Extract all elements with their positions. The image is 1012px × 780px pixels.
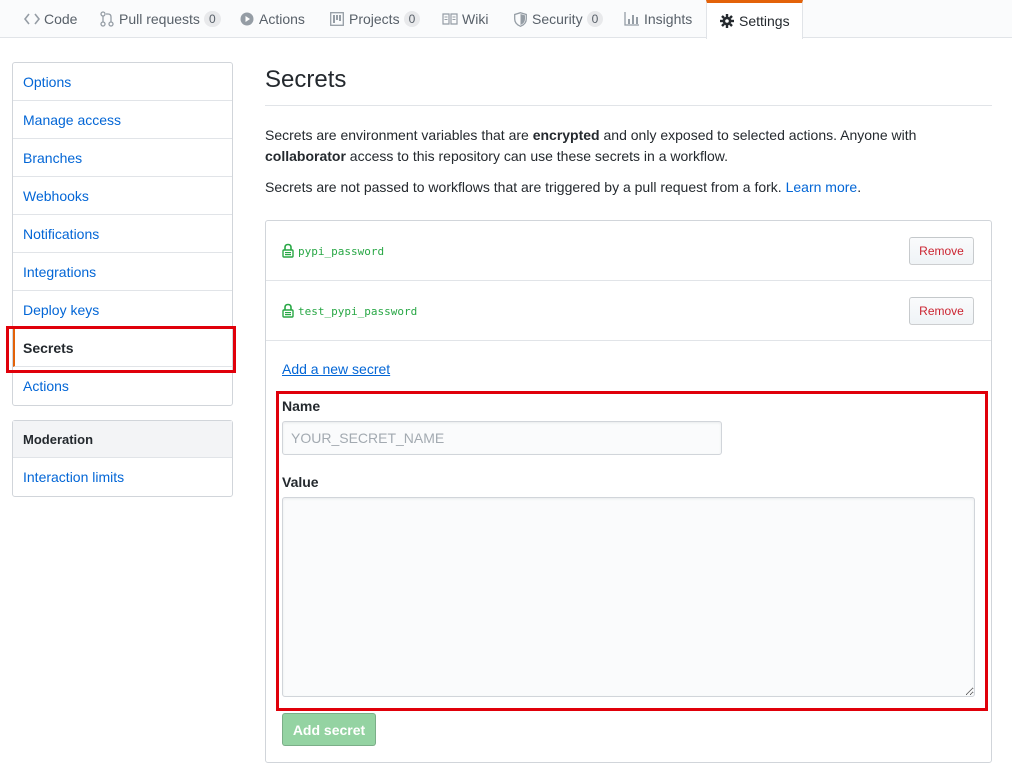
code-icon	[24, 11, 40, 27]
value-label: Value	[282, 474, 319, 490]
sidebar-item-notifications[interactable]: Notifications	[13, 215, 232, 253]
tab-wiki[interactable]: Wiki	[442, 0, 488, 38]
graph-icon	[624, 11, 640, 27]
tab-label: Actions	[259, 11, 305, 27]
intro-emphasis-collaborator: collaborator	[265, 148, 346, 164]
tab-label: Code	[44, 11, 78, 27]
tab-projects[interactable]: Projects 0	[329, 0, 421, 38]
tab-insights[interactable]: Insights	[624, 0, 692, 38]
sidebar-item-options[interactable]: Options	[13, 63, 232, 101]
secret-name-text: pypi_password	[298, 244, 385, 258]
tab-label: Settings	[739, 13, 790, 29]
tab-settings[interactable]: Settings	[706, 0, 803, 39]
secret-name-input[interactable]	[282, 421, 722, 455]
intro-paragraph: Secrets are environment variables that a…	[265, 125, 992, 167]
secret-row: pypi_password Remove	[266, 221, 991, 281]
secret-value-textarea[interactable]	[282, 497, 975, 697]
tab-counter: 0	[203, 11, 221, 27]
lock-icon	[282, 243, 296, 259]
tab-code[interactable]: Code	[24, 0, 77, 38]
moderation-sidebar-menu: Moderation Interaction limits	[12, 420, 233, 497]
name-label: Name	[282, 398, 321, 414]
learn-more-link[interactable]: Learn more	[786, 179, 858, 195]
project-icon	[329, 11, 345, 27]
sidebar-item-interaction-limits[interactable]: Interaction limits	[13, 458, 232, 496]
secret-name: pypi_password	[282, 243, 384, 259]
remove-secret-button[interactable]: Remove	[909, 237, 974, 265]
secret-row: test_pypi_password Remove	[266, 281, 991, 341]
tab-pull-requests[interactable]: Pull requests 0	[99, 0, 221, 38]
sidebar-item-integrations[interactable]: Integrations	[13, 253, 232, 291]
intro-emphasis-encrypted: encrypted	[532, 127, 600, 143]
play-icon	[239, 11, 255, 27]
tab-label: Pull requests	[119, 11, 200, 27]
intro-text: access to this repository can use these …	[345, 148, 728, 164]
tab-label: Insights	[644, 11, 693, 27]
fork-note-paragraph: Secrets are not passed to workflows that…	[265, 177, 992, 198]
secret-name: test_pypi_password	[282, 303, 417, 319]
sidebar-item-webhooks[interactable]: Webhooks	[13, 177, 232, 215]
sidebar-item-branches[interactable]: Branches	[13, 139, 232, 177]
secret-name-text: test_pypi_password	[298, 304, 418, 318]
book-icon	[442, 11, 458, 27]
tab-label: Wiki	[462, 11, 489, 27]
add-new-secret-link[interactable]: Add a new secret	[282, 361, 390, 377]
repo-tabnav: Code Pull requests 0 Actions Projects 0 …	[0, 0, 1012, 39]
tab-security[interactable]: Security 0	[512, 0, 604, 38]
tab-counter: 0	[586, 11, 604, 27]
git-pull-request-icon	[99, 11, 115, 27]
settings-sidebar-menu: Options Manage access Branches Webhooks …	[12, 62, 233, 406]
add-secret-button[interactable]: Add secret	[282, 713, 376, 746]
sidebar-item-actions[interactable]: Actions	[13, 367, 232, 405]
main-content: Secrets Secrets are environment variable…	[265, 60, 992, 198]
fork-note-text: Secrets are not passed to workflows that…	[265, 179, 786, 195]
tab-label: Projects	[349, 11, 400, 27]
intro-text: and only exposed to selected actions. An…	[599, 127, 917, 143]
sidebar-item-manage-access[interactable]: Manage access	[13, 101, 232, 139]
intro-text: Secrets are environment variables that a…	[265, 127, 533, 143]
sidebar-item-secrets[interactable]: Secrets	[13, 329, 232, 367]
page-title: Secrets	[265, 60, 992, 106]
moderation-heading: Moderation	[13, 421, 232, 458]
shield-icon	[512, 11, 528, 27]
gear-icon	[719, 13, 735, 29]
lock-icon	[282, 303, 296, 319]
remove-secret-button[interactable]: Remove	[909, 297, 974, 325]
tab-label: Security	[532, 11, 583, 27]
sidebar-item-deploy-keys[interactable]: Deploy keys	[13, 291, 232, 329]
fork-note-period: .	[857, 179, 862, 195]
tab-counter: 0	[403, 11, 421, 27]
secrets-box: pypi_password Remove test_pypi_password …	[265, 220, 992, 763]
tab-actions[interactable]: Actions	[239, 0, 305, 38]
